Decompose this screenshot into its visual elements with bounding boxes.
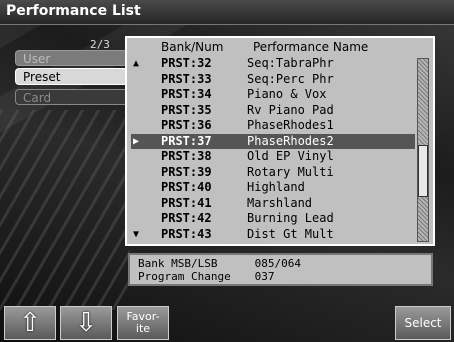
performance-name-cell: Highland [247,180,305,194]
performance-name-cell: Seq:Perc Phr [247,71,334,86]
info-panel: Bank MSB/LSB 085/064 Program Change 037 [128,253,433,286]
down-arrow-icon: ⇩ [75,308,97,338]
tab-card[interactable]: Card [15,89,127,105]
bank-num-cell: PRST:34 [161,87,212,101]
program-change-value: 037 [254,270,275,283]
list-item[interactable]: PRST:41 Marshland [131,196,415,212]
performance-name-cell: Piano & Vox [247,87,327,101]
performance-name-cell: Burning Lead [247,211,334,225]
performance-list-screen: Performance List 2/3 User Preset Card Ba… [0,0,454,342]
performance-name-cell: Seq:TabraPhr [247,56,334,70]
bank-num-cell: PRST:40 [161,180,212,194]
favorite-label-line2: ite [135,322,151,335]
bank-msb-lsb-value: 085/064 [254,257,301,270]
scroll-down-button[interactable]: ⇩ [60,306,112,340]
performance-rows: ▲ PRST:32 Seq:TabraPhr PRST:33 Seq:Perc Phr P… [131,56,415,242]
bank-num-cell: PRST:32 [161,56,212,70]
header-bank-num: Bank/Num [161,40,224,54]
list-item[interactable]: ▶ PRST:37 PhaseRhodes2 [131,133,415,149]
bank-num-cell: PRST:43 [161,226,212,241]
title-bar: Performance List [0,0,454,25]
list-item[interactable]: PRST:40 Highland [131,180,415,196]
performance-name-cell: Old EP Vinyl [247,149,334,163]
bank-msb-lsb-label: Bank MSB/LSB [138,257,218,270]
bank-num-cell: PRST:35 [161,102,212,117]
bank-num-cell: PRST:36 [161,118,212,132]
background-decoration [0,110,130,310]
up-arrow-icon: ⇧ [19,308,41,338]
performance-name-cell: PhaseRhodes1 [247,118,334,132]
program-change-label: Program Change [138,270,231,283]
list-item[interactable]: PRST:33 Seq:Perc Phr [131,72,415,88]
list-item[interactable]: PRST:34 Piano & Vox [131,87,415,103]
performance-name-cell: PhaseRhodes2 [247,133,334,148]
window-title: Performance List [6,3,141,19]
tab-preset[interactable]: Preset [15,68,127,85]
list-item[interactable]: PRST:42 Burning Lead [131,211,415,227]
bank-num-cell: PRST:37 [161,133,212,148]
list-item[interactable]: ▼ PRST:43 Dist Gt Mult [131,227,415,243]
header-performance-name: Performance Name [253,40,369,54]
performance-name-cell: Rotary Multi [247,164,334,179]
list-item[interactable]: PRST:35 Rv Piano Pad [131,103,415,119]
select-button[interactable]: Select [395,306,451,340]
list-scrollbar[interactable] [417,58,429,242]
performance-name-cell: Marshland [247,195,313,210]
favorite-button[interactable]: Favor- ite [117,306,169,340]
bank-num-cell: PRST:39 [161,164,212,179]
bank-num-cell: PRST:41 [161,195,212,210]
list-item[interactable]: PRST:38 Old EP Vinyl [131,149,415,165]
scroll-up-indicator-icon: ▲ [133,58,140,69]
scrollbar-thumb[interactable] [418,145,428,197]
list-item[interactable]: ▲ PRST:32 Seq:TabraPhr [131,56,415,72]
list-item[interactable]: PRST:39 Rotary Multi [131,165,415,181]
performance-name-cell: Rv Piano Pad [247,102,334,117]
selection-cursor-icon: ▶ [133,135,140,147]
tab-user[interactable]: User [15,50,127,66]
performance-list-panel: Bank/Num Performance Name ▲ PRST:32 Seq:Ta… [125,36,435,246]
scroll-up-button[interactable]: ⇧ [4,306,56,340]
scroll-down-indicator-icon: ▼ [133,228,140,240]
list-header: Bank/Num Performance Name [127,40,433,56]
bank-num-cell: PRST:38 [161,149,212,163]
performance-name-cell: Dist Gt Mult [247,226,334,241]
bank-num-cell: PRST:42 [161,211,212,225]
list-item[interactable]: PRST:36 PhaseRhodes1 [131,118,415,134]
bank-num-cell: PRST:33 [161,71,212,86]
